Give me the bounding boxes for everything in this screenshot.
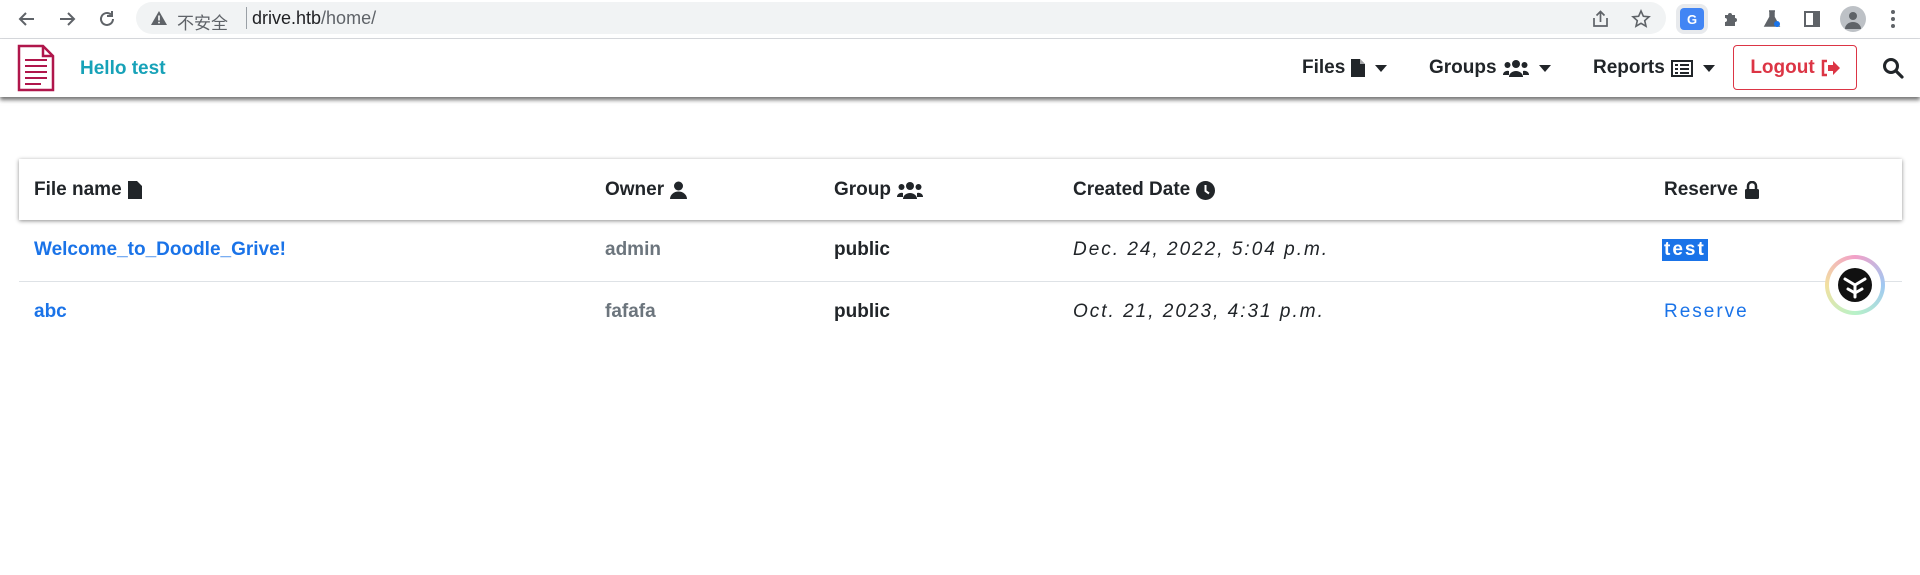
forward-arrow-icon — [60, 12, 76, 26]
table-row: abc fafafa public Oct. 21, 2023, 4:31 p.… — [19, 282, 1902, 343]
chevron-down-icon — [1538, 64, 1551, 72]
greeting-link[interactable]: Hello test — [80, 58, 166, 80]
files-table: File name Owner Group Created Date Reser… — [19, 159, 1902, 343]
group-cell: public — [834, 301, 890, 322]
file-name-link[interactable]: abc — [34, 301, 67, 323]
owner-cell: fafafa — [605, 301, 656, 322]
created-date-cell: Dec. 24, 2022, 5:04 p.m. — [1073, 239, 1330, 260]
bookmark-star-icon[interactable] — [1630, 8, 1652, 30]
report-table-icon — [1670, 59, 1693, 77]
url-host: drive.htb — [252, 8, 322, 28]
back-button[interactable] — [12, 4, 42, 34]
reserve-status-text[interactable]: test — [1662, 239, 1708, 261]
url-path: /home/ — [321, 8, 377, 28]
chevron-down-icon — [1702, 64, 1715, 72]
browser-toolbar: 不安全 drive.htb/home/ G — [0, 0, 1920, 39]
user-icon — [670, 181, 688, 199]
file-icon — [1351, 59, 1366, 77]
url-text[interactable]: drive.htb/home/ — [252, 8, 376, 29]
sign-out-icon — [1821, 59, 1840, 76]
files-label: Files — [1302, 57, 1346, 78]
header-created-date: Created Date — [1073, 179, 1216, 201]
profile-avatar-icon[interactable] — [1838, 4, 1868, 34]
users-icon — [1502, 60, 1529, 77]
side-panel-icon[interactable] — [1797, 4, 1827, 34]
file-icon — [127, 181, 142, 199]
logout-label: Logout — [1750, 56, 1815, 78]
table-header-row: File name Owner Group Created Date Reser… — [19, 159, 1902, 220]
extensions-puzzle-icon[interactable] — [1716, 4, 1746, 34]
groups-dropdown[interactable]: Groups — [1429, 57, 1551, 79]
omnibox-divider — [246, 7, 247, 29]
share-icon[interactable] — [1590, 8, 1612, 30]
browser-menu-icon[interactable] — [1878, 4, 1908, 34]
header-reserve: Reserve — [1664, 179, 1760, 201]
translate-extension-icon[interactable]: G — [1677, 4, 1707, 34]
lock-icon — [1744, 181, 1759, 199]
warning-icon — [151, 11, 167, 25]
security-label: 不安全 — [177, 14, 228, 34]
forward-button[interactable] — [52, 4, 82, 34]
created-date-cell: Oct. 21, 2023, 4:31 p.m. — [1073, 301, 1325, 322]
flask-extension-icon[interactable] — [1757, 4, 1787, 34]
table-row: Welcome_to_Doodle_Grive! admin public De… — [19, 220, 1902, 282]
reserve-link[interactable]: Reserve — [1664, 301, 1749, 323]
site-navbar: Hello test Files Groups Reports Logout — [0, 39, 1920, 97]
floating-assistant-button[interactable] — [1825, 255, 1885, 315]
logout-button[interactable]: Logout — [1733, 45, 1857, 90]
document-logo-icon[interactable] — [17, 44, 55, 92]
users-icon — [897, 182, 923, 199]
search-icon[interactable] — [1882, 57, 1904, 79]
back-arrow-icon — [18, 12, 34, 26]
header-file-name: File name — [34, 179, 142, 201]
groups-label: Groups — [1429, 57, 1497, 78]
owner-cell: admin — [605, 239, 661, 260]
chevron-down-icon — [1375, 64, 1388, 72]
address-bar[interactable]: 不安全 drive.htb/home/ — [136, 2, 1666, 34]
clock-icon — [1196, 180, 1216, 200]
reports-label: Reports — [1593, 57, 1665, 78]
files-dropdown[interactable]: Files — [1302, 57, 1388, 79]
reports-dropdown[interactable]: Reports — [1593, 57, 1715, 79]
reload-icon — [100, 11, 114, 26]
group-cell: public — [834, 239, 890, 260]
assistant-logo-icon — [1838, 268, 1872, 302]
file-name-link[interactable]: Welcome_to_Doodle_Grive! — [34, 239, 286, 261]
header-owner: Owner — [605, 179, 688, 201]
header-group: Group — [834, 179, 923, 201]
reload-button[interactable] — [92, 4, 122, 34]
